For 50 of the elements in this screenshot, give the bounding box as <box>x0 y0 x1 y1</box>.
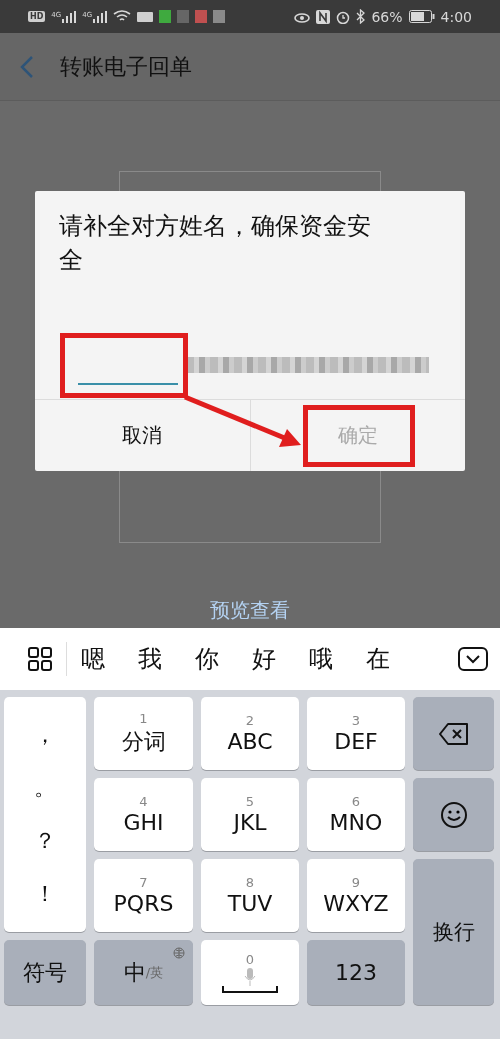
numbers-key[interactable]: 123 <box>307 940 405 1005</box>
punctuation-key[interactable]: ？ <box>34 825 56 856</box>
eye-icon <box>294 10 311 23</box>
notification-icon <box>213 10 226 23</box>
nfc-icon <box>316 9 331 24</box>
keyboard-icon <box>137 11 154 22</box>
enter-key[interactable]: 换行 <box>413 859 494 1005</box>
grid-icon[interactable] <box>28 647 52 671</box>
keyboard-key[interactable]: 2 ABC <box>201 697 299 770</box>
keyboard-key[interactable]: 5 JKL <box>201 778 299 851</box>
keyboard-key[interactable]: 8 TUV <box>201 859 299 932</box>
wifi-icon <box>113 10 132 23</box>
candidate-word[interactable]: 你 <box>195 643 252 675</box>
alarm-icon <box>336 9 351 24</box>
collapse-keyboard-icon[interactable] <box>458 647 488 671</box>
page-title: 转账电子回单 <box>60 52 192 81</box>
keyboard-key[interactable]: 7 PQRS <box>94 859 193 932</box>
battery-icon <box>408 10 435 23</box>
globe-icon <box>173 947 185 959</box>
emoji-key[interactable] <box>413 778 494 851</box>
language-key[interactable]: 中/英 <box>94 940 193 1005</box>
keyboard-key[interactable]: 3 DEF <box>307 697 405 770</box>
space-key[interactable]: 0 <box>201 940 299 1005</box>
notification-icon <box>177 10 190 23</box>
punctuation-key[interactable]: ！ <box>34 878 56 909</box>
keyboard-key[interactable]: 9 WXYZ <box>307 859 405 932</box>
candidate-word[interactable]: 嗯 <box>81 643 138 675</box>
delete-key[interactable] <box>413 697 494 770</box>
symbols-key[interactable]: 符号 <box>4 940 86 1005</box>
candidate-word[interactable]: 我 <box>138 643 195 675</box>
microphone-icon <box>244 967 256 986</box>
hd-icon: HD <box>28 11 46 22</box>
notification-icon <box>159 10 172 23</box>
keyboard-key[interactable]: 1 分词 <box>94 697 193 770</box>
keyboard-key[interactable]: 6 MNO <box>307 778 405 851</box>
keyboard-key[interactable]: 4 GHI <box>94 778 193 851</box>
punctuation-key[interactable]: 。 <box>34 773 56 804</box>
cancel-button[interactable]: 取消 <box>35 400 250 471</box>
notification-icon <box>195 10 208 23</box>
dialog-title: 请补全对方姓名，确保资金安全 <box>58 211 372 276</box>
spacebar-icon <box>222 985 278 994</box>
candidate-word[interactable]: 在 <box>366 643 423 675</box>
candidate-word[interactable]: 哦 <box>309 643 366 675</box>
punctuation-key[interactable]: ， <box>34 720 56 751</box>
clock-time: 4:00 <box>440 8 472 25</box>
backspace-icon <box>438 722 469 745</box>
battery-percent: 66% <box>371 8 403 25</box>
bluetooth-icon <box>356 9 366 24</box>
smiley-icon <box>439 800 468 829</box>
candidate-word[interactable]: 好 <box>252 643 309 675</box>
